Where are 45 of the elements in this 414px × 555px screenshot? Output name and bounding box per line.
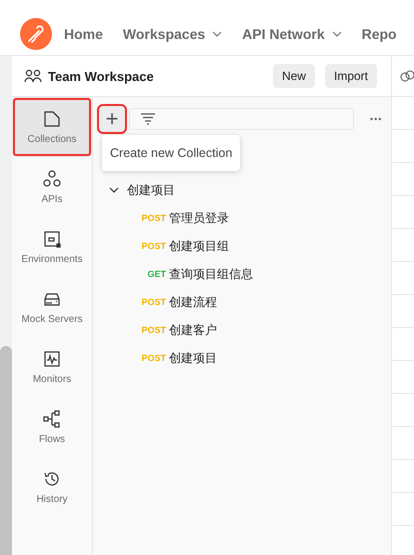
- request-item[interactable]: 创建项目: [169, 350, 217, 366]
- circles-icon: [43, 170, 61, 188]
- request-item[interactable]: 创建客户: [169, 322, 217, 338]
- method-label: POST: [140, 241, 166, 251]
- filter-icon: [140, 113, 156, 125]
- logo-icon: [20, 18, 52, 50]
- sidebar-item[interactable]: History: [12, 457, 92, 517]
- environment-icon[interactable]: [400, 69, 414, 83]
- filter-field[interactable]: [129, 108, 354, 130]
- sidebar-item[interactable]: Environments: [12, 217, 92, 277]
- workspace-title: Team Workspace: [48, 68, 154, 84]
- scrollbar[interactable]: [0, 346, 12, 555]
- history-icon: [43, 470, 61, 488]
- collection-item[interactable]: 创建项目: [93, 176, 391, 204]
- sidebar-item[interactable]: Collections: [12, 97, 92, 157]
- nav-link[interactable]: Home: [64, 26, 103, 42]
- sidebar-item[interactable]: Mock Servers: [12, 277, 92, 337]
- method-label: POST: [140, 325, 166, 335]
- method-label: POST: [140, 297, 166, 307]
- nav-link[interactable]: Repo: [362, 26, 397, 42]
- caret-icon[interactable]: [332, 30, 342, 36]
- method-label: POST: [140, 213, 166, 223]
- flowchart-icon: [43, 410, 61, 428]
- sidebar-item[interactable]: Flows: [12, 397, 92, 457]
- workspace-button[interactable]: Import: [324, 64, 377, 88]
- chevron-icon[interactable]: [109, 185, 119, 195]
- pulse-icon: [43, 350, 61, 368]
- request-item[interactable]: 管理员登录: [169, 210, 229, 226]
- caret-icon[interactable]: [212, 30, 222, 36]
- request-item[interactable]: 创建流程: [169, 294, 217, 310]
- workspace-button[interactable]: New: [272, 64, 315, 88]
- more-button[interactable]: •••: [370, 114, 382, 124]
- frame-icon: [43, 230, 61, 248]
- sidebar-item[interactable]: APIs: [12, 157, 92, 217]
- request-item[interactable]: 查询项目组信息: [169, 266, 253, 282]
- nav-link[interactable]: Workspaces: [122, 26, 206, 42]
- add-button[interactable]: +: [99, 106, 125, 132]
- tooltip: Create new Collection: [102, 135, 240, 171]
- method-label: POST: [140, 353, 166, 363]
- team-icon: [24, 69, 42, 83]
- method-label: GET: [146, 269, 166, 279]
- request-item[interactable]: 创建项目组: [169, 238, 229, 254]
- folder-icon: [43, 110, 61, 128]
- nav-link[interactable]: API Network: [242, 26, 325, 42]
- sidebar-item[interactable]: Monitors: [12, 337, 92, 397]
